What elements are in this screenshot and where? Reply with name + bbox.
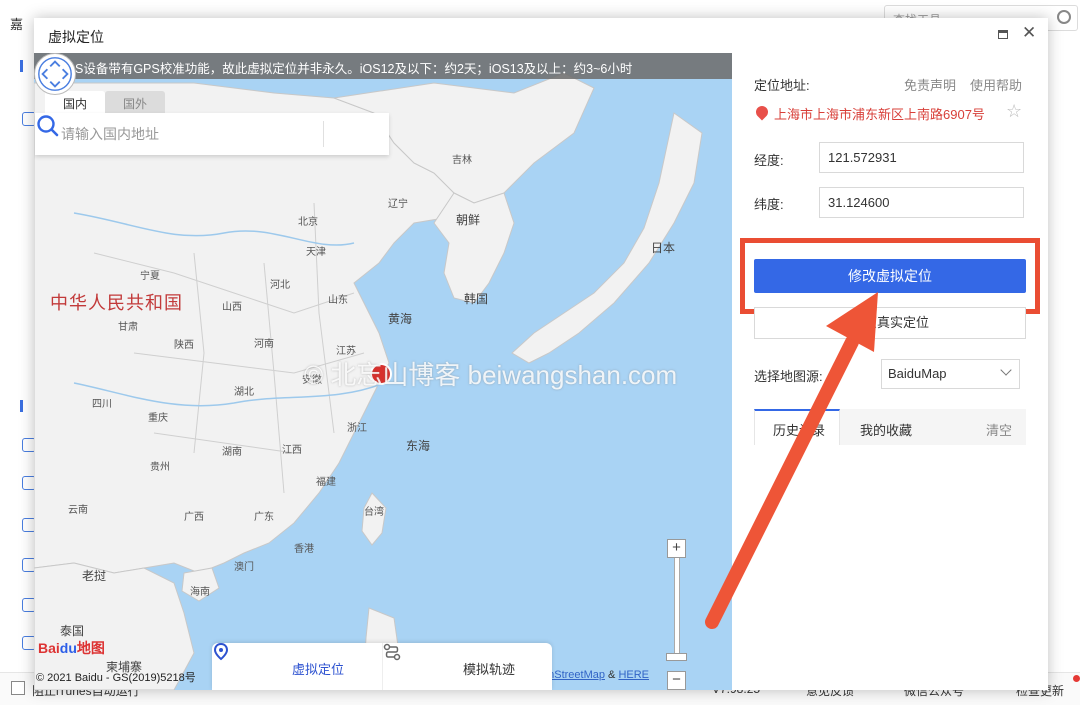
chevron-down-icon <box>1000 364 1012 376</box>
map-source-label: 选择地图源: <box>754 369 823 384</box>
tab-simulate-track[interactable]: 模拟轨迹 <box>382 643 552 690</box>
map-label-north-korea: 朝鲜 <box>456 213 481 227</box>
map-label-country: 中华人民共和国 <box>50 293 183 313</box>
address-search-input[interactable] <box>35 113 323 155</box>
highlight-frame <box>740 238 1040 314</box>
map-source-value: BaiduMap <box>888 366 947 381</box>
zoom-out-button[interactable]: − <box>667 671 686 690</box>
map-label-sichuan: 四川 <box>92 399 112 410</box>
map-label-henan: 河南 <box>254 339 274 350</box>
favorite-star-icon[interactable]: ☆ <box>1006 101 1022 122</box>
search-icon[interactable] <box>35 113 61 139</box>
map-label-hunan: 湖南 <box>222 447 242 458</box>
map-label-yunnan: 云南 <box>68 505 88 516</box>
current-address: 上海市上海市浦东新区上南路6907号 <box>774 107 985 122</box>
section-marker <box>20 60 23 72</box>
location-address-label: 定位地址: <box>754 78 810 93</box>
location-icon <box>213 643 229 661</box>
map-label-zhejiang: 浙江 <box>347 423 367 434</box>
map-source-select[interactable]: BaiduMap <box>881 359 1020 389</box>
search-icon <box>1057 10 1071 24</box>
map-label-yellow-sea: 黄海 <box>388 312 413 326</box>
map-label-guizhou: 贵州 <box>150 462 170 473</box>
map-label-gansu: 甘肃 <box>118 322 138 333</box>
tab-virtual-location[interactable]: 虚拟定位 <box>212 643 382 690</box>
clear-button[interactable]: 清空 <box>980 409 1026 445</box>
location-settings-panel: 定位地址: 免责声明 使用帮助 上海市上海市浦东新区上南路6907号 ☆ 经度:… <box>732 53 1048 690</box>
tab-virtual-location-label: 虚拟定位 <box>292 662 345 677</box>
location-marker-icon <box>753 103 771 121</box>
close-icon[interactable]: ✕ <box>1022 23 1036 43</box>
map-label-chongqing: 重庆 <box>148 413 168 424</box>
map-label-guangdong: 广东 <box>254 512 274 523</box>
tab-favorites[interactable]: 我的收藏 <box>840 409 980 445</box>
dialog-title: 虚拟定位 <box>48 29 104 45</box>
search-box <box>35 113 389 155</box>
map-label-shandong: 山东 <box>328 295 348 306</box>
map-label-jiangxi: 江西 <box>282 445 302 456</box>
map-label-hainan: 海南 <box>190 587 210 598</box>
tab-history[interactable]: 历史记录 <box>754 409 840 445</box>
map-attribution: enStreetMap & HERE <box>542 669 649 681</box>
attribution-amp: & <box>608 669 616 681</box>
baidu-map-logo: Baidu地图 <box>38 638 105 658</box>
map-label-beijing: 北京 <box>298 217 318 228</box>
tab-simulate-track-label: 模拟轨迹 <box>463 662 516 677</box>
track-icon <box>383 643 401 661</box>
map-label-guangxi: 广西 <box>184 512 204 523</box>
map-label-east-sea: 东海 <box>406 439 431 453</box>
help-link[interactable]: 使用帮助 <box>970 75 1022 94</box>
gps-notice-banner: 因iOS设备带有GPS校准功能，故此虚拟定位并非永久。iOS12及以下：约2天；… <box>34 53 732 79</box>
longitude-field[interactable] <box>819 142 1024 173</box>
tab-foreign[interactable]: 国外 <box>105 91 165 113</box>
map-label-shanxi: 山西 <box>222 302 242 313</box>
map-label-japan: 日本 <box>651 241 676 255</box>
map-label-liaoning: 辽宁 <box>388 199 408 210</box>
zoom-slider[interactable] <box>674 545 680 655</box>
virtual-location-dialog: 虚拟定位 ✕ 因iOS设备带有GPS校准功能，故此虚拟定位并非永久。iOS12及… <box>34 18 1048 690</box>
maximize-icon[interactable] <box>998 30 1008 39</box>
map-label-tianjin: 天津 <box>306 247 326 258</box>
restore-location-button[interactable]: 还原真实定位 <box>754 307 1026 339</box>
section-marker <box>20 400 23 412</box>
map-label-taiwan: 台湾 <box>364 507 384 518</box>
here-link[interactable]: HERE <box>618 669 649 681</box>
mode-tabs: 虚拟定位 模拟轨迹 <box>212 643 552 690</box>
map-label-shaanxi: 陕西 <box>174 340 194 351</box>
baidu-logo-part-a: Bai <box>38 640 60 656</box>
longitude-label: 经度: <box>754 153 784 168</box>
app-title: 嘉 <box>10 17 24 32</box>
disclaimer-link[interactable]: 免责声明 <box>904 75 956 94</box>
block-itunes-checkbox[interactable] <box>11 681 25 695</box>
baidu-logo-part-c: 地图 <box>76 640 105 656</box>
divider <box>323 121 324 147</box>
map-view[interactable]: 因iOS设备带有GPS校准功能，故此虚拟定位并非永久。iOS12及以下：约2天；… <box>34 53 732 690</box>
map-label-laos: 老挝 <box>82 569 107 583</box>
zoom-in-button[interactable]: + <box>667 539 686 558</box>
history-tabs: 历史记录 我的收藏 清空 <box>754 409 1026 445</box>
latitude-field[interactable] <box>819 187 1024 218</box>
map-label-ningxia: 宁夏 <box>140 271 160 282</box>
map-label-south-korea: 韩国 <box>464 292 489 306</box>
map-label-macau: 澳门 <box>234 562 254 573</box>
map-label-hubei: 湖北 <box>234 387 254 398</box>
map-label-hebei: 河北 <box>270 280 290 291</box>
latitude-label: 纬度: <box>754 197 784 212</box>
baidu-logo-part-b: du <box>59 640 77 656</box>
address-search-panel: 国内 国外 <box>35 91 389 191</box>
pan-control[interactable] <box>34 53 76 95</box>
map-copyright: © 2021 Baidu - GS(2019)5218号 <box>36 672 196 684</box>
map-label-jilin: 吉林 <box>452 155 472 166</box>
zoom-thumb[interactable] <box>666 653 687 661</box>
map-label-fujian: 福建 <box>316 477 336 488</box>
map-label-hongkong: 香港 <box>294 544 314 555</box>
map-label-thailand: 泰国 <box>60 624 85 638</box>
update-badge <box>1073 675 1080 682</box>
watermark: © 北忘山博客 beiwangshan.com <box>304 360 678 390</box>
